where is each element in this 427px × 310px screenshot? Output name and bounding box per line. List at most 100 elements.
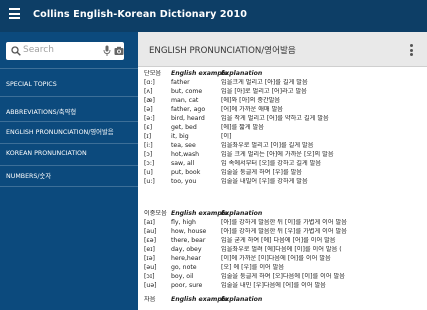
content-header: ENGLISH PRONUNCIATION/영어발음 — [138, 32, 427, 67]
search-box[interactable] — [6, 42, 124, 60]
section-header: 이중모음 English example Explanation — [144, 210, 424, 219]
pronunciation-row: [u] put, book 입술을 둥글게 하여 [우]를 발음 — [144, 169, 424, 178]
example-words: boy, oil — [171, 273, 194, 280]
sidebar-divider — [0, 68, 138, 69]
pronunciation-row: [i:] tea, see 입을좌우로 벌리고 [이]를 길게 발음 — [144, 142, 424, 151]
sidebar-item-label: ENGLISH PRONUNCIATION/영어발음 — [6, 129, 114, 136]
explanation-text: [이] — [221, 133, 232, 140]
sidebar-divider — [0, 186, 138, 187]
explanation-text: [에]와 [아]의 중간발음 — [221, 97, 281, 104]
example-words: too, you — [171, 178, 197, 185]
example-words: hot,wash — [171, 151, 200, 158]
explanation-text: 입을 [아]로 벌리고 [어]라고 발음 — [221, 88, 307, 95]
explanation-text: 입을 크게 벌리는 [아]에 가까운 [오]의 발음 — [221, 151, 334, 158]
phonetic-symbol: [əu] — [144, 264, 157, 271]
explanation-text: [어]에 가까운 애매 발음 — [221, 106, 283, 113]
pronunciation-row: [ɪ] it, big [이] — [144, 133, 424, 142]
header-cell: English example — [171, 70, 229, 77]
phonetic-symbol: [ɔ] — [144, 151, 153, 158]
pronunciation-row: [ɑ:] father 입을크게 벌리고 [아]를 길게 발음 — [144, 79, 424, 88]
phonetic-symbol: [ɪ] — [144, 133, 152, 140]
pronunciation-row: [ə] father, ago [어]에 가까운 애매 발음 — [144, 106, 424, 115]
phonetic-symbol: [ɑ:] — [144, 79, 155, 86]
phonetic-symbol: [ə:] — [144, 115, 155, 122]
phonetic-symbol: [eɪ] — [144, 246, 155, 253]
header-cell: Explanation — [221, 296, 263, 303]
sidebar-item-korean-pronunciation[interactable]: KOREAN PRONUNCIATION — [0, 144, 138, 164]
phonetic-symbol: [æ] — [144, 97, 155, 104]
explanation-text: 입을좌우로 벌리고 [이]를 길게 발음 — [221, 142, 314, 149]
sidebar-item-english-pronunciation[interactable]: ENGLISH PRONUNCIATION/영어발음 — [0, 121, 138, 141]
explanation-text: [아]를 강하게 발음한 뒤 [우]를 가볍게 이어 발음 — [221, 228, 347, 235]
app-bar: Collins English-Korean Dictionary 2010 — [0, 0, 427, 32]
header-cell: English example — [171, 210, 229, 217]
pronunciation-row: [ʌ] but, come 입을 [아]로 벌리고 [어]라고 발음 — [144, 88, 424, 97]
example-words: it, big — [171, 133, 189, 140]
section-header: 단모음 English example Explanation — [144, 70, 424, 79]
explanation-text: [에]를 짧게 발음 — [221, 124, 264, 131]
phonetic-symbol: [ɔɪ] — [144, 273, 155, 280]
pronunciation-row: [ɪə] here,hear [이]에 가까운 [이]다음에 [어]를 이어 발음 — [144, 255, 424, 264]
pronunciation-row: [ɔ:] saw, all 입 속에서부터 [오]를 강하고 길게 발음 — [144, 160, 424, 169]
phonetic-symbol: [uə] — [144, 282, 157, 289]
search-icon — [11, 46, 21, 56]
more-options-icon[interactable] — [410, 44, 414, 56]
phonetic-symbol: [ɛ] — [144, 124, 153, 131]
explanation-text: 입술을 둥글게 하여 [오]다음에 [이]를 이어 발음 — [221, 273, 345, 280]
header-cell: 단모음 — [144, 70, 162, 77]
example-words: poor, sure — [171, 282, 203, 289]
example-words: fly, high — [171, 219, 196, 226]
example-words: there, bear — [171, 237, 206, 244]
camera-icon[interactable] — [114, 46, 124, 56]
pronunciation-row: [aɪ] fly, high [아]를 강하게 발음한 뒤 [이]를 가볍게 이어 … — [144, 219, 424, 228]
explanation-text: 입을좌우로 벌려 [에]다음에 [이]를 이어 발음 ( — [221, 246, 342, 253]
pronunciation-row: [əu] go, note [오] 에 [우]를 이어 발음 — [144, 264, 424, 273]
pronunciation-row: [u:] too, you 입술을 내밀어 [우]를 강하게 발음 — [144, 178, 424, 187]
example-words: day, obey — [171, 246, 202, 253]
phonetic-symbol: [i:] — [144, 142, 153, 149]
phonetic-symbol: [ɔ:] — [144, 160, 155, 167]
header-cell: English example — [171, 296, 229, 303]
phonetic-symbol: [u:] — [144, 178, 155, 185]
example-words: bird, heard — [171, 115, 205, 122]
sidebar-item-label: NUMBERS/숫자 — [6, 173, 52, 180]
hamburger-menu-icon[interactable] — [9, 8, 20, 20]
pronunciation-row: [ɛə] there, bear 입을 굳게 하여 [에] 다음에 [어]를 이어 … — [144, 237, 424, 246]
phonetic-symbol: [ə] — [144, 106, 153, 113]
header-cell: 이중모음 — [144, 210, 167, 217]
pronunciation-row: [ɔ] hot,wash 입을 크게 벌리는 [아]에 가까운 [오]의 발음 — [144, 151, 424, 160]
pronunciation-row: [au] how, house [아]를 강하게 발음한 뒤 [우]를 가볍게 이어… — [144, 228, 424, 237]
explanation-text: 입 속에서부터 [오]를 강하고 길게 발음 — [221, 160, 322, 167]
page-title: ENGLISH PRONUNCIATION/영어발음 — [149, 46, 296, 56]
example-words: tea, see — [171, 142, 196, 149]
explanation-text: 입술을 둥글게 하여 [우]를 발음 — [221, 169, 303, 176]
phonetic-symbol: [aɪ] — [144, 219, 155, 226]
explanation-text: 입을 굳게 하여 [에] 다음에 [어]를 이어 발음 — [221, 237, 336, 244]
sidebar: SPECIAL TOPICS ABBREVIATIONS/축약형 ENGLISH… — [0, 32, 138, 310]
example-words: get, bed — [171, 124, 197, 131]
example-words: father — [171, 79, 190, 86]
example-words: but, come — [171, 88, 203, 95]
sidebar-item-numbers[interactable]: NUMBERS/숫자 — [0, 165, 138, 185]
header-cell: Explanation — [221, 70, 263, 77]
explanation-text: [이]에 가까운 [이]다음에 [어]를 이어 발음 — [221, 255, 331, 262]
header-cell: Explanation — [221, 210, 263, 217]
explanation-text: 입술을 내민 [우]다음에 [어]를 이어 발음 — [221, 282, 326, 289]
explanation-text: 입을 작게 벌리고 [어]를 약하고 길게 발음 — [221, 115, 329, 122]
sidebar-section-title: SPECIAL TOPICS — [6, 81, 57, 88]
pronunciation-row: [uə] poor, sure 입술을 내민 [우]다음에 [어]를 이어 발음 — [144, 282, 424, 291]
example-words: put, book — [171, 169, 201, 176]
sidebar-item-label: ABBREVIATIONS/축약형 — [6, 109, 77, 116]
pronunciation-row: [ə:] bird, heard 입을 작게 벌리고 [어]를 약하고 길게 발음 — [144, 115, 424, 124]
microphone-icon[interactable] — [103, 45, 111, 57]
app-title: Collins English-Korean Dictionary 2010 — [33, 9, 248, 20]
phonetic-symbol: [u] — [144, 169, 153, 176]
phonetic-symbol: [ɛə] — [144, 237, 156, 244]
pronunciation-row: [æ] man, cat [에]와 [아]의 중간발음 — [144, 97, 424, 106]
search-input[interactable] — [23, 45, 93, 55]
phonetic-symbol: [ʌ] — [144, 88, 153, 95]
explanation-text: 입을크게 벌리고 [아]를 길게 발음 — [221, 79, 308, 86]
example-words: father, ago — [171, 106, 206, 113]
sidebar-item-abbreviations[interactable]: ABBREVIATIONS/축약형 — [0, 101, 138, 121]
explanation-text: [오] 에 [우]를 이어 발음 — [221, 264, 285, 271]
